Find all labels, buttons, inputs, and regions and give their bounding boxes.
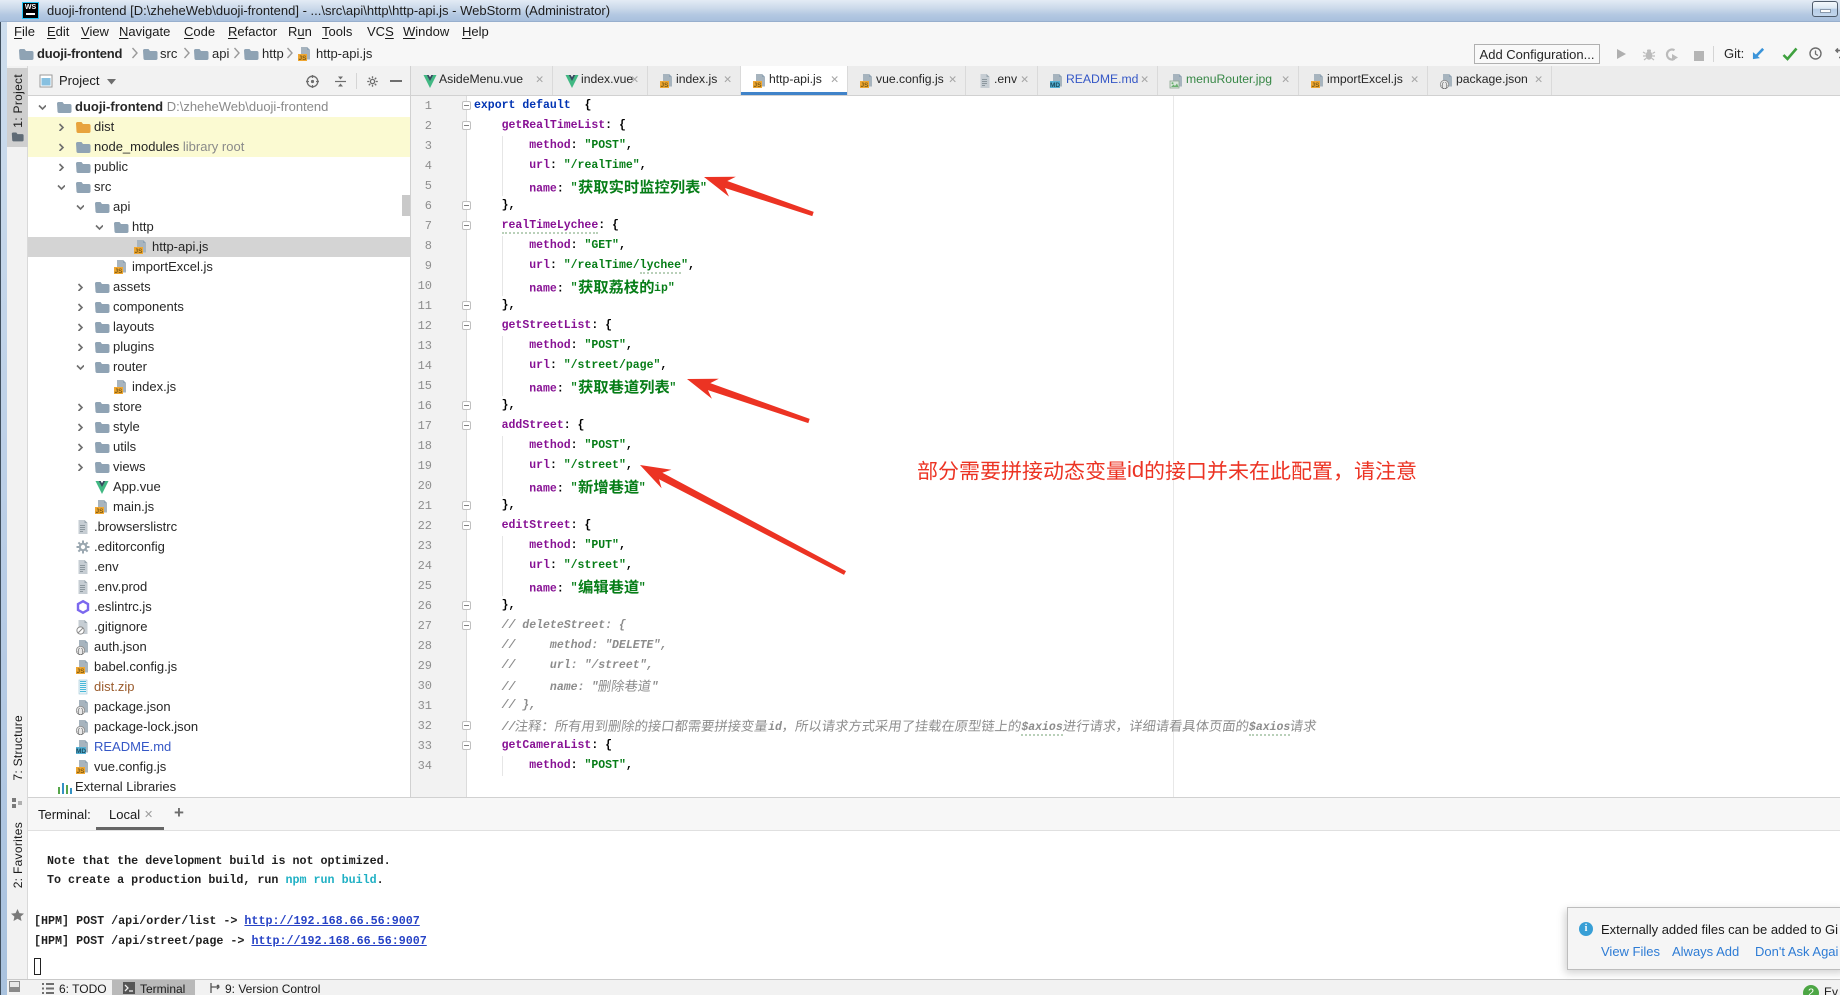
svg-text:JS: JS xyxy=(861,82,870,89)
svg-text:JS: JS xyxy=(115,268,124,275)
svg-text:JS: JS xyxy=(1312,82,1321,89)
svg-text:JS: JS xyxy=(96,508,105,515)
svg-text:{}: {} xyxy=(77,728,84,735)
svg-text:JS: JS xyxy=(661,82,670,89)
svg-text:{}: {} xyxy=(1441,82,1448,89)
svg-text:JS: JS xyxy=(77,668,86,675)
svg-text:JS: JS xyxy=(299,55,308,62)
svg-text:JS: JS xyxy=(754,82,763,89)
svg-text:JS: JS xyxy=(135,248,144,255)
svg-text:MD: MD xyxy=(76,748,86,755)
svg-text:{}: {} xyxy=(77,708,84,715)
svg-text:JS: JS xyxy=(77,768,86,775)
svg-text:MD: MD xyxy=(1050,82,1060,89)
svg-text:JS: JS xyxy=(115,388,124,395)
svg-text:{}: {} xyxy=(77,648,84,655)
